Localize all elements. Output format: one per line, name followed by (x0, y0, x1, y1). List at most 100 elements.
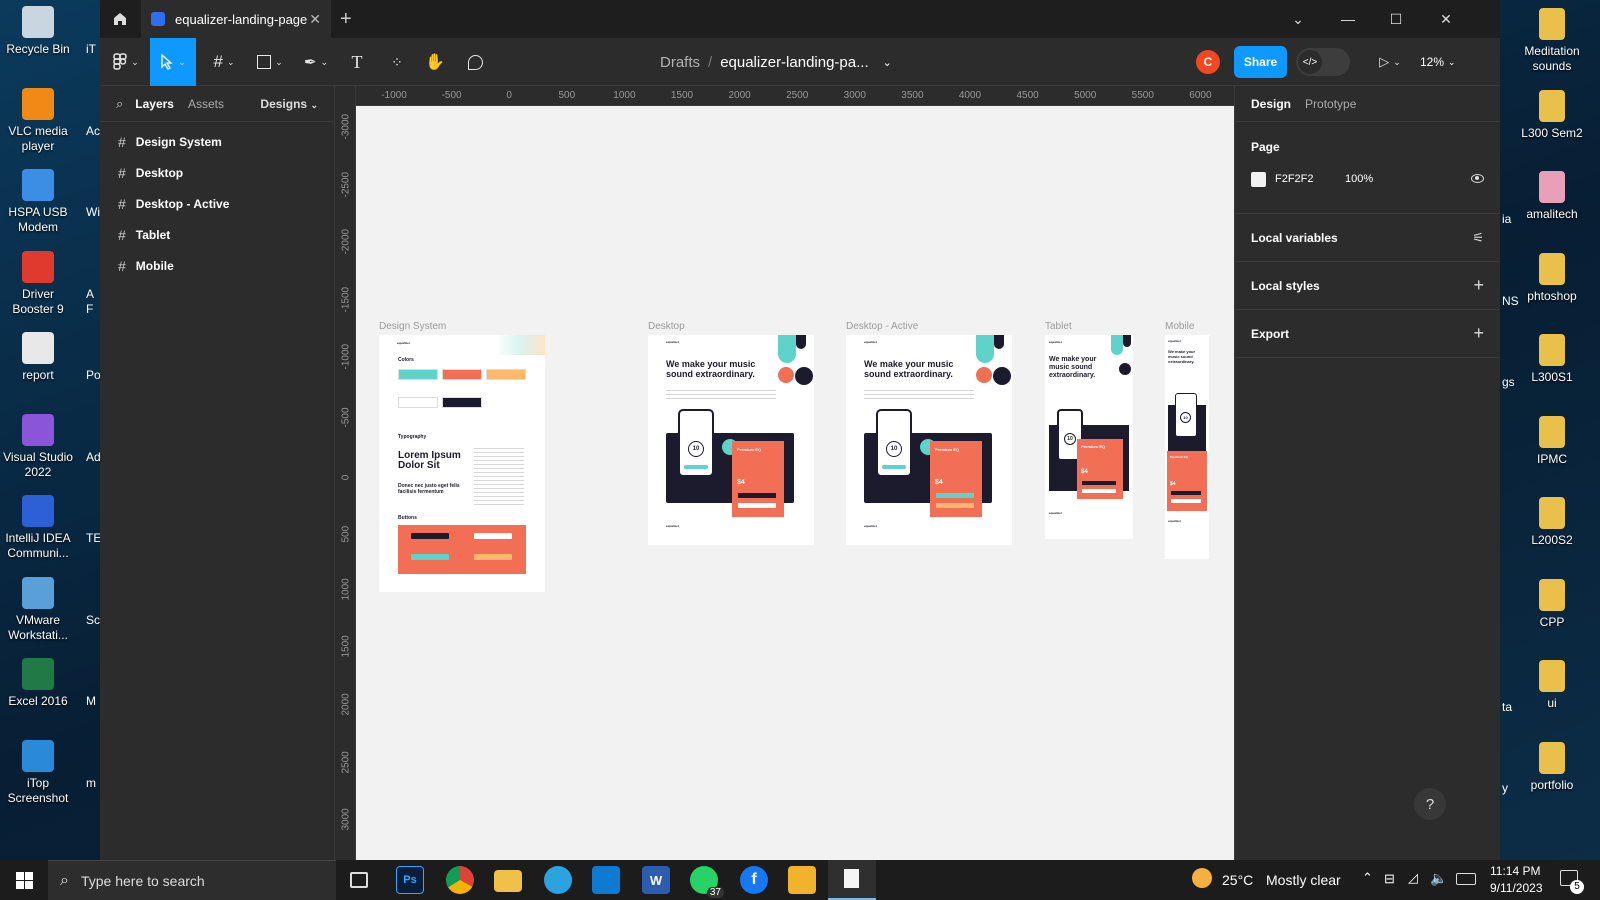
network-app-icon[interactable] (788, 866, 816, 894)
clock-time[interactable]: 11:14 PM (1490, 864, 1540, 878)
layer-item[interactable]: # Desktop - Active (100, 188, 334, 219)
drafts-link[interactable]: Drafts (660, 54, 700, 71)
comment-tool[interactable] (460, 38, 490, 86)
volume-icon[interactable]: 🔈 (1430, 870, 1447, 887)
word-icon[interactable]: W (642, 866, 670, 894)
layer-item[interactable]: # Desktop (100, 157, 334, 188)
add-export-icon[interactable]: + (1473, 323, 1484, 344)
weather-temp[interactable]: 25°C (1222, 872, 1253, 888)
desktop-shortcut[interactable]: IntelliJ IDEA Communi... (0, 495, 76, 561)
start-button[interactable] (0, 860, 48, 900)
frame-label-desktop[interactable]: Desktop (648, 321, 685, 332)
keyboard-icon[interactable] (1456, 873, 1476, 885)
frame-tablet[interactable]: equalizer We make your music sound extra… (1045, 335, 1133, 539)
frame-mobile[interactable]: equalizer We make your music sound extra… (1165, 335, 1209, 559)
desktop-folder[interactable]: Meditation sounds (1514, 8, 1590, 74)
desktop-folder[interactable]: ui (1514, 660, 1590, 711)
minimize-icon[interactable]: — (1324, 0, 1372, 38)
desktop-shortcut[interactable]: Driver Booster 9 (0, 250, 76, 317)
active-app-highlight[interactable] (828, 860, 876, 900)
add-style-icon[interactable]: + (1473, 275, 1484, 296)
desktop-folder-label-partial[interactable]: ta (1502, 700, 1512, 714)
chrome-icon[interactable] (446, 866, 474, 894)
desktop-folder[interactable]: L300S1 (1514, 334, 1590, 385)
taskbar-search[interactable]: ⌕ Type here to search (48, 860, 336, 900)
whatsapp-icon[interactable]: 37 (690, 866, 724, 898)
new-tab-icon[interactable]: + (340, 8, 352, 31)
desktop-shortcut[interactable]: VLC media player (0, 87, 76, 154)
maximize-icon[interactable]: ☐ (1372, 0, 1420, 38)
avatar[interactable]: C (1196, 50, 1220, 74)
hand-tool[interactable]: ✋ (420, 38, 450, 86)
telegram-icon[interactable] (544, 866, 572, 894)
frame-label-tablet[interactable]: Tablet (1045, 321, 1072, 332)
desktop-folder-label-partial[interactable]: NS (1502, 294, 1519, 308)
layer-item[interactable]: # Tablet (100, 219, 334, 250)
chevron-up-icon[interactable]: ⌃ (1362, 870, 1373, 886)
desktop-shortcut[interactable]: report (0, 332, 76, 383)
desktop-shortcut-label-partial[interactable]: Po (86, 368, 101, 383)
photoshop-icon[interactable]: Ps (396, 866, 424, 894)
variables-settings-icon[interactable]: ⚟ (1472, 230, 1484, 246)
close-tab-icon[interactable]: ✕ (309, 11, 321, 28)
network-icon[interactable]: ⊟ (1384, 871, 1395, 887)
desktop-shortcut[interactable]: HSPA USB Modem (0, 169, 76, 235)
move-tool[interactable]: ⌄ (150, 38, 196, 86)
desktop-folder-label-partial[interactable]: ia (1502, 212, 1511, 226)
weather-icon[interactable] (1192, 868, 1212, 888)
search-icon[interactable]: ⌕ (116, 96, 123, 112)
tab-layers[interactable]: Layers (135, 97, 174, 111)
desktop-shortcut-label-partial[interactable]: A F (86, 287, 94, 317)
desktop-shortcut[interactable]: Visual Studio 2022 (0, 413, 76, 480)
page-opacity-value[interactable]: 100% (1345, 173, 1373, 185)
frame-design-system[interactable]: equalizer Colors Typography Lorem Ipsum … (379, 335, 545, 592)
desktop-shortcut-label-partial[interactable]: Ac (86, 124, 100, 139)
local-variables-section[interactable]: Local variables ⚟ (1235, 214, 1500, 262)
present-button[interactable]: ▷ ⌄ (1370, 38, 1410, 86)
desktop-folder-label-partial[interactable]: y (1502, 781, 1508, 795)
export-section[interactable]: Export + (1235, 310, 1500, 358)
resources-tool[interactable]: ⁘ (382, 38, 412, 86)
desktop-folder-label-partial[interactable]: gs (1502, 375, 1515, 389)
shape-tool[interactable]: ⌄ (250, 38, 290, 86)
desktop-shortcut[interactable]: VMware Workstati... (0, 576, 76, 643)
desktop-folder[interactable]: L200S2 (1514, 497, 1590, 548)
desktop-shortcut-label-partial[interactable]: iT (86, 42, 96, 57)
desktop-shortcut-label-partial[interactable]: M (86, 694, 96, 709)
layer-item[interactable]: # Mobile (100, 250, 334, 281)
frame-label-mobile[interactable]: Mobile (1165, 321, 1194, 332)
facebook-icon[interactable]: f (740, 866, 768, 894)
frame-tool[interactable]: # ⌄ (204, 38, 244, 86)
desktop-shortcut[interactable]: iTop Screenshot (0, 739, 76, 806)
main-menu-button[interactable]: ⌄ (106, 38, 146, 86)
chevron-down-icon[interactable]: ⌄ (1274, 0, 1322, 38)
tab-assets[interactable]: Assets (188, 97, 224, 111)
file-tab[interactable]: equalizer-landing-page ✕ (141, 0, 331, 38)
desktop-shortcut[interactable]: Recycle Bin (0, 6, 76, 57)
desktop-shortcut-label-partial[interactable]: Wi (86, 205, 100, 220)
weather-text[interactable]: Mostly clear (1266, 872, 1341, 888)
desktop-shortcut[interactable]: Excel 2016 (0, 658, 76, 709)
local-styles-section[interactable]: Local styles + (1235, 262, 1500, 310)
frame-label-desktop-active[interactable]: Desktop - Active (846, 321, 918, 332)
clock-date[interactable]: 9/11/2023 (1490, 881, 1543, 895)
frame-label-design-system[interactable]: Design System (379, 321, 446, 332)
tab-prototype[interactable]: Prototype (1305, 97, 1356, 111)
page-color-swatch[interactable] (1251, 172, 1266, 187)
task-view-icon[interactable] (350, 872, 368, 888)
page-color-value[interactable]: F2F2F2 (1275, 173, 1314, 185)
share-button[interactable]: Share (1234, 46, 1287, 78)
text-tool[interactable]: T (342, 38, 372, 86)
zoom-dropdown[interactable]: 12% ⌄ (1420, 38, 1456, 86)
layer-item[interactable]: # Design System (100, 126, 334, 157)
pages-dropdown[interactable]: Designs ⌄ (260, 97, 318, 111)
eye-icon[interactable] (1471, 174, 1484, 183)
desktop-folder[interactable]: IPMC (1514, 415, 1590, 467)
pen-tool[interactable]: ✒ ⌄ (296, 38, 336, 86)
desktop-folder[interactable]: portfolio (1514, 741, 1590, 793)
frame-desktop[interactable]: equalizer We make your music sound extra… (648, 335, 814, 545)
home-button[interactable] (100, 0, 140, 38)
desktop-shortcut-label-partial[interactable]: Sc (86, 613, 100, 628)
desktop-folder[interactable]: CPP (1514, 578, 1590, 630)
desktop-folder[interactable]: phtoshop (1514, 252, 1590, 304)
